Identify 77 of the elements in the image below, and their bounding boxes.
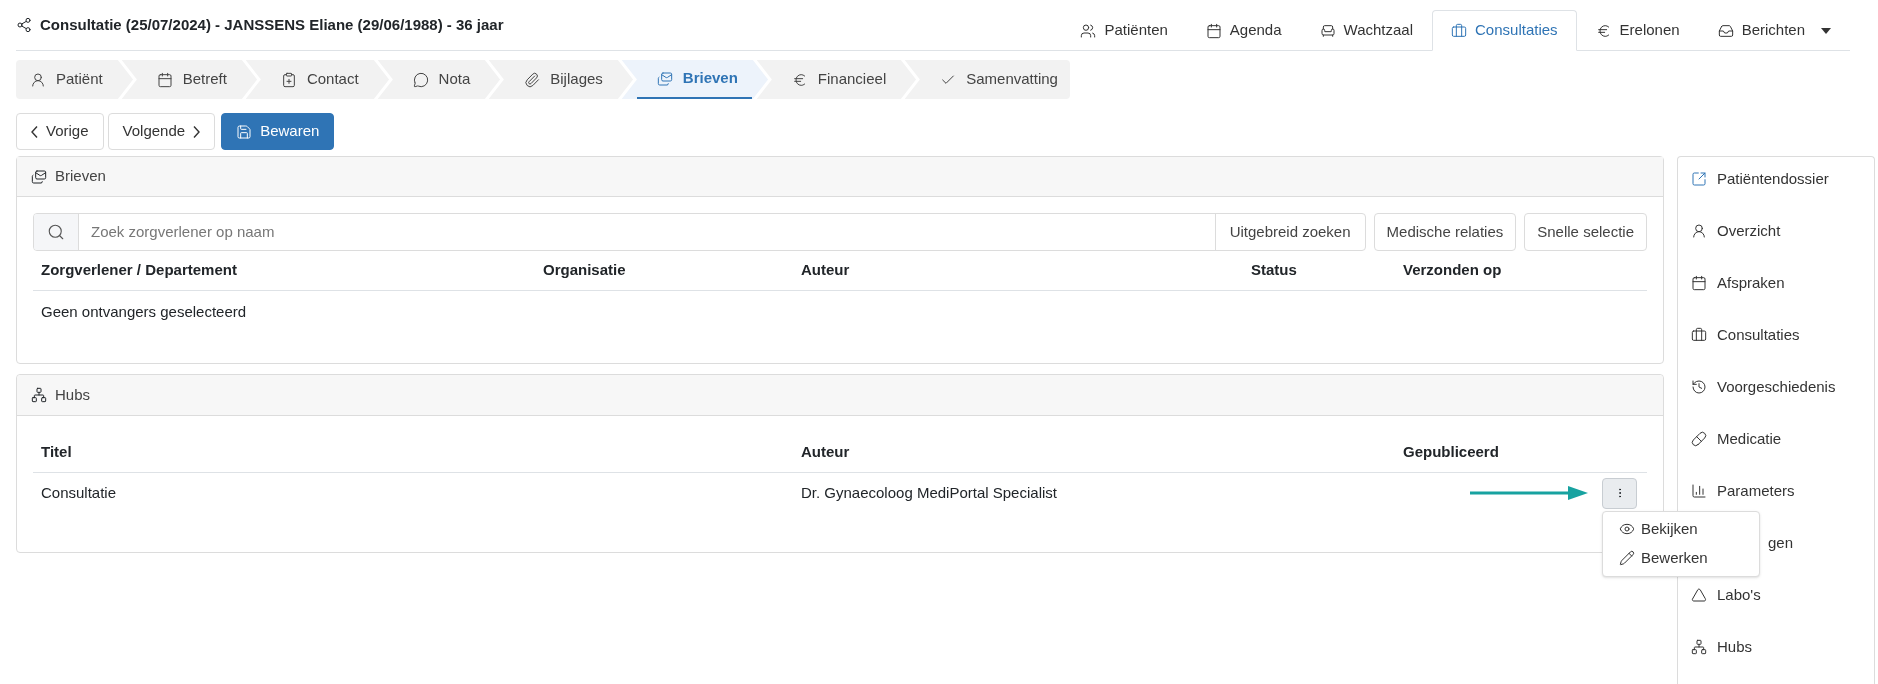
- person-icon: [1691, 223, 1707, 239]
- sidebar-item[interactable]: Parameters: [1678, 465, 1874, 517]
- network-icon: [1691, 639, 1707, 655]
- menu-item[interactable]: Bekijken: [1603, 514, 1759, 544]
- chevron-right-icon: [193, 125, 201, 138]
- column-header: Gepubliceerd: [1403, 441, 1500, 462]
- filter-button[interactable]: Snelle selectie: [1524, 213, 1647, 251]
- table-cell-text: Consultatie: [41, 482, 118, 503]
- step-tab[interactable]: Bijlages: [504, 60, 637, 99]
- inbox-icon: [1717, 22, 1734, 39]
- panel-title: Brieven: [55, 166, 106, 187]
- step-tab[interactable]: Nota: [392, 60, 505, 99]
- previous-button[interactable]: Vorige: [16, 113, 104, 150]
- sidebar-item[interactable]: gen: [1768, 517, 1794, 569]
- sidebar-item[interactable]: Medicatie: [1678, 413, 1874, 465]
- nav-tab[interactable]: Erelonen: [1576, 10, 1699, 51]
- panel-title: Hubs: [55, 384, 91, 405]
- external-link-icon: [1691, 171, 1707, 187]
- clipboard-icon: [280, 71, 297, 88]
- euro-icon: [791, 71, 808, 88]
- people-icon: [1080, 22, 1097, 39]
- euro-icon: [1595, 22, 1612, 39]
- speech-bubble-icon: [412, 71, 429, 88]
- sidebar-item[interactable]: Afspraken: [1678, 257, 1874, 309]
- chair-icon: [1319, 22, 1336, 39]
- save-icon: [236, 123, 253, 140]
- advanced-search-button[interactable]: Uitgebreid zoeken: [1214, 214, 1365, 250]
- search-field[interactable]: Zoek zorgverlener op naam Uitgebreid zoeken: [33, 213, 1366, 251]
- calendar-icon: [1205, 22, 1222, 39]
- calendar-icon: [156, 71, 173, 88]
- column-header: Titel: [41, 441, 73, 462]
- briefcase-icon: [1691, 327, 1707, 343]
- step-tab[interactable]: Betreft: [136, 60, 261, 99]
- pill-icon: [1691, 431, 1707, 447]
- network-icon: [31, 387, 47, 403]
- column-header: Auteur: [801, 260, 851, 281]
- save-button[interactable]: Bewaren: [221, 113, 335, 150]
- search-icon: [47, 223, 65, 241]
- nav-tab[interactable]: Patiënten: [1061, 10, 1187, 51]
- step-tab[interactable]: Patiënt: [16, 60, 137, 99]
- column-header: Organisatie: [543, 260, 627, 281]
- sidebar-item[interactable]: Overzicht: [1678, 205, 1874, 257]
- sidebar-item[interactable]: Patiëntendossier: [1678, 153, 1874, 205]
- next-button[interactable]: Volgende: [107, 113, 216, 150]
- history-icon: [1691, 379, 1707, 395]
- sidebar-item[interactable]: Hubs: [1678, 621, 1874, 673]
- pencil-icon: [1619, 550, 1635, 566]
- person-icon: [30, 71, 46, 88]
- column-header: Zorgverlener / Departement: [41, 260, 238, 281]
- table-cell-text: Dr. Gynaecoloog MediPortal Specialist: [801, 482, 1058, 503]
- page-title: Consultatie (25/07/2024) - JANSSENS Eliane (29/06/1988) - 36 jaar: [40, 14, 504, 35]
- nav-tab[interactable]: Berichten: [1698, 10, 1850, 51]
- chevron-separator-icon: [751, 60, 772, 99]
- share-icon: [16, 16, 32, 33]
- briefcase-icon: [1451, 22, 1468, 39]
- triangle-icon: [1691, 587, 1707, 603]
- sidebar-item[interactable]: Voorgeschiedenis: [1678, 361, 1874, 413]
- empty-message: Geen ontvangers geselecteerd: [41, 303, 247, 320]
- nav-tab[interactable]: Agenda: [1186, 10, 1301, 51]
- column-header: Verzonden op: [1403, 260, 1503, 281]
- envelopes-icon: [656, 70, 673, 87]
- sidebar-item[interactable]: Consultaties: [1678, 309, 1874, 361]
- step-tab[interactable]: Contact: [260, 60, 393, 99]
- filter-button[interactable]: Medische relaties: [1373, 213, 1517, 251]
- calendar-icon: [1691, 275, 1707, 291]
- bar-chart-icon: [1691, 483, 1707, 499]
- eye-icon: [1619, 521, 1635, 537]
- more-button[interactable]: [1602, 477, 1637, 509]
- nav-tab[interactable]: Wachtzaal: [1300, 10, 1433, 51]
- chevron-left-icon: [31, 125, 38, 138]
- step-tab[interactable]: Samenvatting: [920, 60, 1070, 99]
- paperclip-icon: [524, 71, 541, 88]
- envelopes-icon: [31, 168, 47, 185]
- nav-tab[interactable]: Consultaties: [1432, 10, 1577, 51]
- column-header: Auteur: [801, 441, 851, 462]
- chevron-separator-icon: [616, 60, 637, 99]
- column-header: Status: [1251, 260, 1298, 281]
